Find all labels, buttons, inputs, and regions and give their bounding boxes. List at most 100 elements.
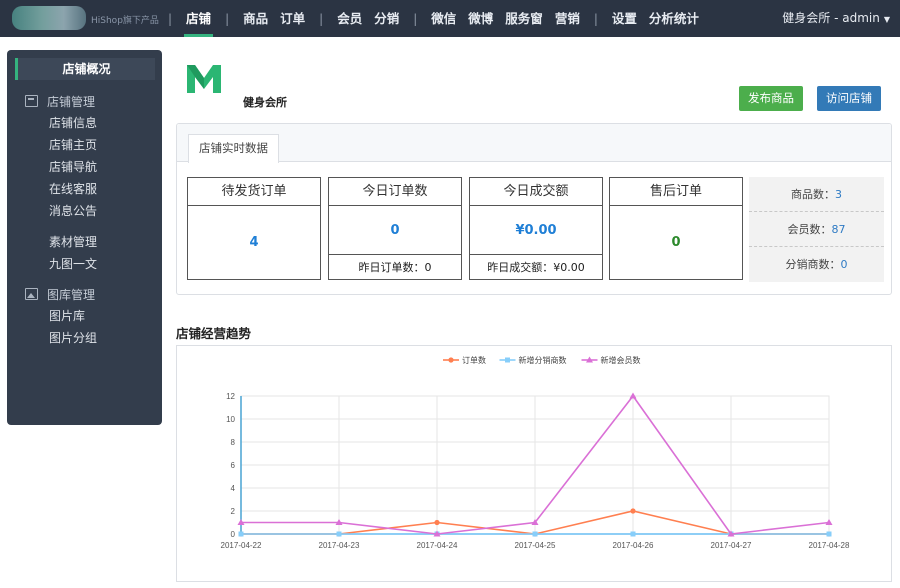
nav-item-9[interactable]: 设置: [606, 0, 643, 37]
y-tick-label: 8: [231, 438, 236, 447]
legend-label: 新增分销商数: [519, 355, 567, 365]
nav-item-5[interactable]: 微信: [425, 0, 462, 37]
summary-label: 商品数：: [791, 188, 835, 201]
stat-value[interactable]: 4: [188, 235, 320, 250]
stat-value: 0: [390, 223, 400, 238]
sidebar-item-material[interactable]: 素材管理: [7, 231, 162, 253]
member-count: 会员数：87: [749, 212, 884, 247]
trend-chart-box: 0 2 4 6 8 10 12 2017-04-22 2017-04-23 2017-04-24 2…: [176, 345, 892, 582]
y-tick-label: 10: [226, 415, 235, 424]
today-orders-card: 今日订单数 0 昨日订单数：0: [328, 177, 462, 280]
brand-subtitle: HiShop旗下产品: [91, 16, 159, 26]
series-point: [630, 508, 636, 514]
summary-value[interactable]: 87: [832, 223, 846, 236]
stat-title: 今日成交额: [470, 178, 602, 206]
main-nav: | 店铺 | 商品 订单 | 会员 分销 | 微信 微博 服务窗 营销 | 设置 分析统计: [160, 0, 705, 37]
visit-store-button[interactable]: 访问店铺: [817, 86, 881, 111]
sidebar-group-label: 图库管理: [47, 287, 96, 302]
sidebar-item-store-info[interactable]: 店铺信息: [7, 112, 162, 134]
stat-title: 今日订单数: [329, 178, 461, 206]
sidebar-item-online-service[interactable]: 在线客服: [7, 178, 162, 200]
nav-item-10[interactable]: 分析统计: [643, 0, 705, 37]
nav-separator: |: [319, 11, 324, 26]
y-tick-label: 2: [231, 507, 236, 516]
distributor-count: 分销商数：0: [749, 247, 884, 282]
series-point: [336, 531, 342, 537]
stat-title: 待发货订单: [188, 178, 320, 206]
series-point: [630, 531, 636, 537]
after-sale-card: 售后订单 0: [609, 177, 743, 280]
picture-icon: [25, 288, 38, 300]
sidebar-group-title: 图库管理: [7, 283, 162, 305]
x-tick-label: 2017-04-22: [221, 541, 262, 550]
series-point: [505, 357, 510, 363]
nav-separator: |: [168, 11, 173, 26]
realtime-panel: 店铺实时数据 待发货订单 4 今日订单数 0 昨日订单数：0 今日成交额 ¥0.…: [176, 123, 892, 295]
x-tick-label: 2017-04-23: [319, 541, 360, 550]
sidebar-item-nine-image[interactable]: 九图一文: [7, 253, 162, 275]
sidebar: 店铺概况 店铺管理 店铺信息 店铺主页 店铺导航 在线客服 消息公告 素材管理 …: [7, 50, 162, 425]
store-name: 健身会所: [243, 96, 287, 109]
sidebar-item-overview[interactable]: 店铺概况: [15, 58, 155, 80]
nav-item-1[interactable]: 商品: [237, 0, 274, 37]
store-logo: [187, 65, 221, 93]
x-tick-label: 2017-04-24: [417, 541, 458, 550]
summary-stats: 商品数：3 会员数：87 分销商数：0: [749, 177, 884, 282]
nav-separator: |: [225, 11, 230, 26]
sidebar-item-announcement[interactable]: 消息公告: [7, 200, 162, 222]
tab-realtime-data[interactable]: 店铺实时数据: [188, 134, 279, 163]
sidebar-group-title: 店铺管理: [7, 90, 162, 112]
legend-label: 订单数: [462, 355, 486, 365]
sidebar-group-gallery: 图库管理 图片库 图片分组: [7, 283, 162, 349]
x-tick-label: 2017-04-26: [613, 541, 654, 550]
sidebar-item-store-nav[interactable]: 店铺导航: [7, 156, 162, 178]
series-point: [238, 531, 244, 537]
summary-value[interactable]: 0: [841, 258, 848, 271]
stat-value[interactable]: 0: [610, 235, 742, 250]
hishop-logo[interactable]: [12, 6, 86, 30]
summary-value[interactable]: 3: [835, 188, 842, 201]
legend-label: 新增会员数: [601, 355, 641, 365]
sidebar-item-gallery[interactable]: 图片库: [7, 305, 162, 327]
store-icon: [25, 95, 38, 107]
x-tick-label: 2017-04-28: [809, 541, 850, 550]
top-bar: HiShop旗下产品 | 店铺 | 商品 订单 | 会员 分销 | 微信 微博 服务窗 营销 | 设置 分析统…: [0, 0, 900, 37]
series-point: [532, 531, 538, 537]
sidebar-group-label: 店铺管理: [47, 94, 96, 109]
trend-title: 店铺经营趋势: [176, 326, 252, 341]
series-point: [434, 519, 440, 526]
x-tick-label: 2017-04-25: [515, 541, 556, 550]
y-tick-label: 0: [231, 530, 236, 539]
sidebar-item-gallery-group[interactable]: 图片分组: [7, 327, 162, 349]
y-tick-label: 6: [231, 461, 236, 470]
nav-separator: |: [593, 11, 598, 26]
today-sales-card: 今日成交额 ¥0.00 昨日成交额：¥0.00: [469, 177, 603, 280]
product-count: 商品数：3: [749, 177, 884, 212]
user-menu[interactable]: 健身会所 - admin ▼: [782, 0, 890, 37]
stat-footer: 昨日成交额：¥0.00: [470, 254, 602, 279]
trend-chart: 0 2 4 6 8 10 12 2017-04-22 2017-04-23 2017-04-24 2…: [221, 355, 850, 550]
nav-item-0[interactable]: 店铺: [180, 0, 217, 37]
nav-item-3[interactable]: 会员: [331, 0, 368, 37]
nav-item-4[interactable]: 分销: [368, 0, 405, 37]
sidebar-item-store-home[interactable]: 店铺主页: [7, 134, 162, 156]
sidebar-group-store: 店铺管理 店铺信息 店铺主页 店铺导航 在线客服 消息公告 素材管理 九图一文: [7, 90, 162, 275]
y-tick-label: 12: [226, 392, 235, 401]
nav-item-2[interactable]: 订单: [274, 0, 311, 37]
stat-footer: 昨日订单数：0: [329, 254, 461, 279]
nav-separator: |: [413, 11, 418, 26]
summary-label: 分销商数：: [785, 258, 841, 271]
x-tick-label: 2017-04-27: [711, 541, 752, 550]
stat-value: ¥0.00: [515, 223, 557, 238]
publish-product-button[interactable]: 发布商品: [739, 86, 803, 111]
stat-title: 售后订单: [610, 178, 742, 206]
realtime-tabs: 店铺实时数据: [177, 124, 891, 163]
caret-down-icon: ▼: [883, 15, 890, 24]
nav-item-6[interactable]: 微博: [462, 0, 499, 37]
nav-item-7[interactable]: 服务窗: [499, 0, 549, 37]
y-tick-label: 4: [231, 484, 236, 493]
series-point: [826, 531, 832, 537]
user-name: 健身会所 - admin: [782, 11, 880, 25]
nav-item-8[interactable]: 营销: [549, 0, 586, 37]
series-point: [448, 357, 454, 363]
